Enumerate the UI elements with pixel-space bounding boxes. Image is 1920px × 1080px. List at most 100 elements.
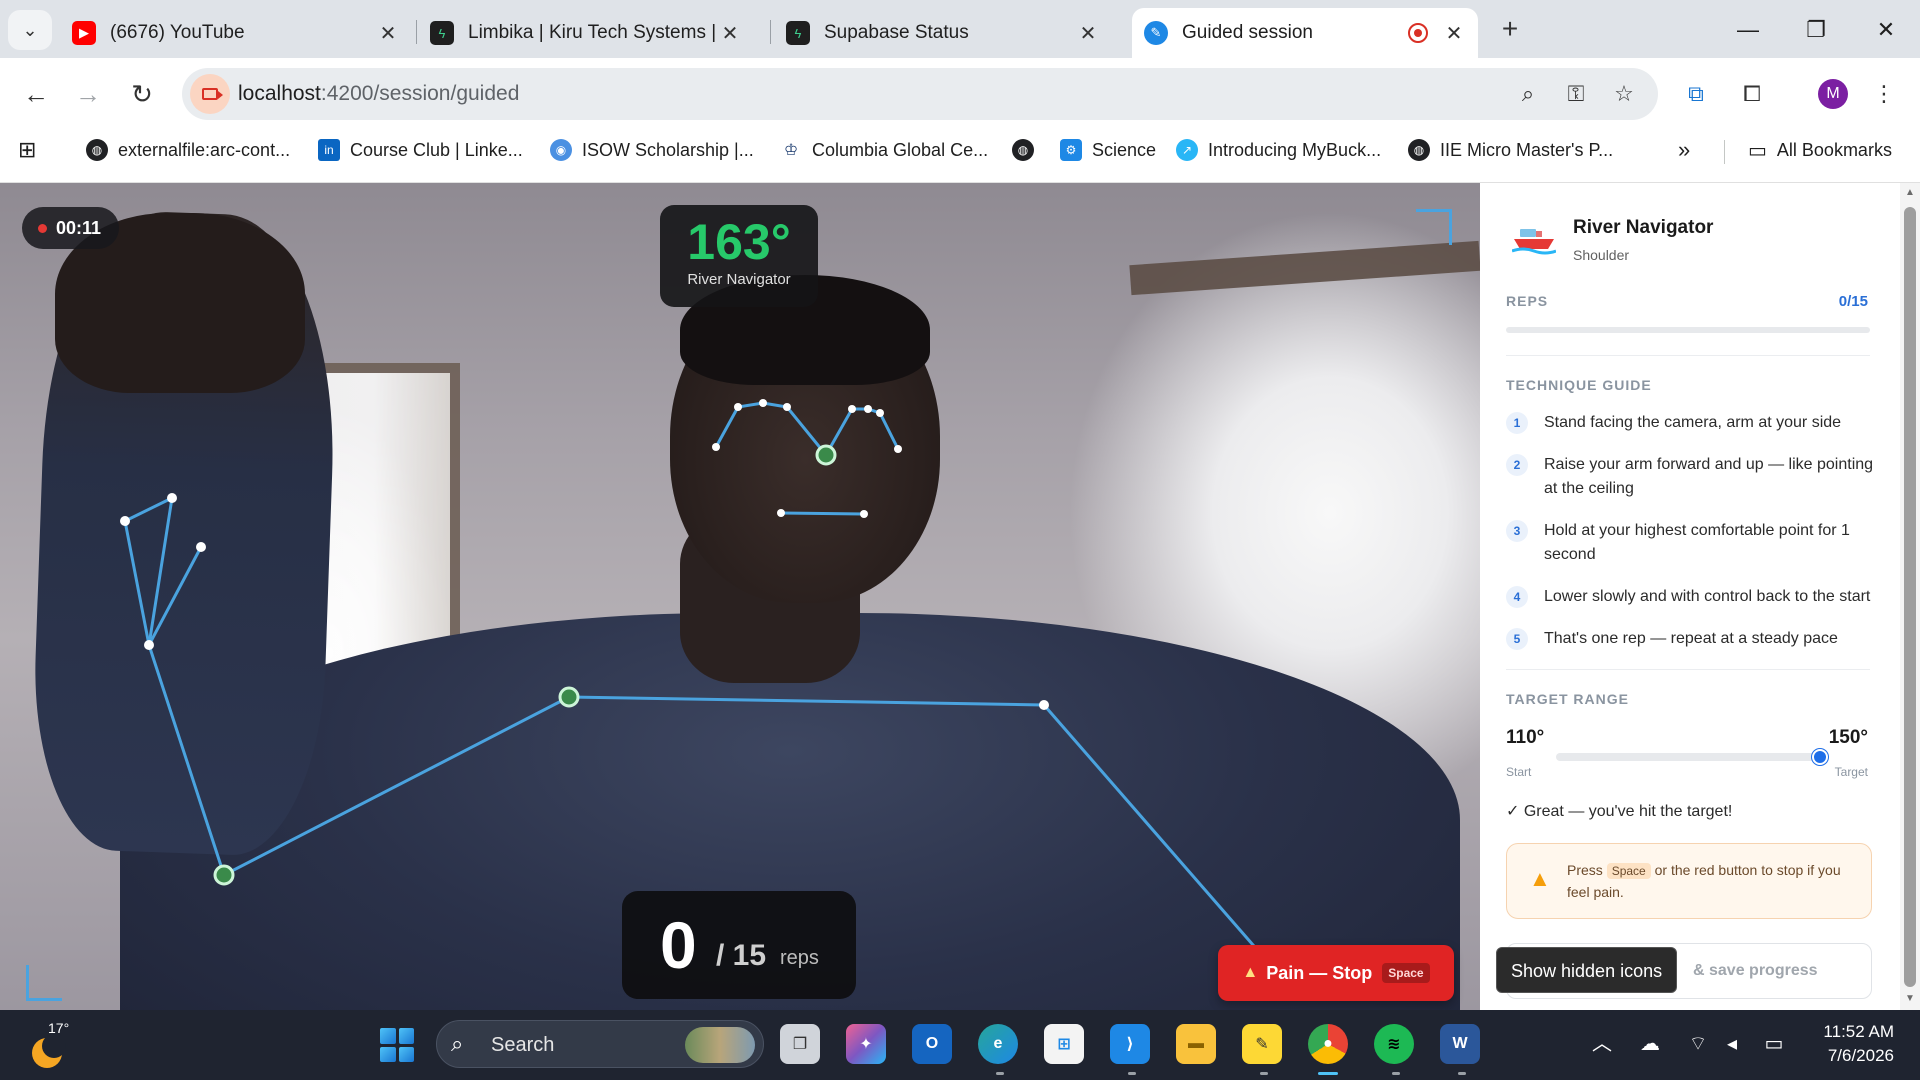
scrollbar-thumb[interactable] [1904,207,1916,987]
bookmark-item[interactable]: in Course Club | Linke... [318,130,523,170]
reload-button[interactable]: ↻ [124,76,160,112]
all-bookmarks[interactable]: ▭ All Bookmarks [1748,130,1892,170]
show-hidden-icons-chevron[interactable]: ︿ [1588,1030,1616,1058]
start-button[interactable] [380,1028,414,1062]
zoom-icon[interactable]: ⌕ [1514,80,1542,108]
scroll-down-icon[interactable]: ▼ [1903,993,1917,1004]
outlook-icon[interactable]: O [912,1024,952,1064]
finger-line [123,519,151,647]
store-icon[interactable]: ⊞ [1044,1024,1084,1064]
edge-icon[interactable]: e [978,1024,1018,1064]
landmark-point [1039,700,1049,710]
landmark-point [783,403,791,411]
system-clock[interactable]: 11:52 AM 7/6/2026 [1823,1020,1894,1068]
battery-icon[interactable]: ▭ [1760,1030,1788,1058]
close-icon[interactable]: ✕ [718,21,742,46]
angle-exercise-label: River Navigator [687,271,791,288]
bookmark-item[interactable]: ♔ Columbia Global Ce... [780,130,988,170]
bookmark-item[interactable]: ◉ ISOW Scholarship |... [550,130,754,170]
tab-divider [770,20,771,44]
cast-icon[interactable]: ⧉ [1678,76,1714,112]
landmark-point [876,409,884,417]
word-icon[interactable]: W [1440,1024,1480,1064]
landmark-point [864,405,872,413]
page-content: 00:11 163° River Navigator 0 / 15 reps ▲… [0,182,1920,1011]
panel-scrollbar[interactable]: ▲ ▼ [1900,183,1920,1011]
extensions-icon[interactable]: ⧠ [1734,76,1770,112]
scroll-up-icon[interactable]: ▲ [1903,187,1917,198]
spotify-icon[interactable]: ≋ [1374,1024,1414,1064]
new-tab-button[interactable]: + [1494,14,1526,46]
vscode-icon[interactable]: ⟩ [1110,1024,1150,1064]
bookmark-item[interactable]: ↗ Introducing MyBuck... [1176,130,1381,170]
close-window-button[interactable]: ✕ [1866,12,1906,48]
taskbar-search[interactable]: ⌕ Search [436,1020,764,1068]
search-placeholder: Search [491,1034,555,1056]
menu-icon[interactable]: ⋮ [1866,76,1902,112]
url-text[interactable]: localhost:4200/session/guided [238,82,519,106]
close-icon[interactable]: ✕ [1076,21,1100,46]
crown-icon: ♔ [780,139,802,161]
rep-count: 0 [660,908,697,982]
address-bar[interactable]: localhost:4200/session/guided ⌕ ⚿ ☆ [182,68,1658,120]
shoulder-line [567,695,1046,707]
exercise-subtitle: Shoulder [1573,247,1630,263]
boat-icon [1512,229,1556,255]
more-bookmarks-icon[interactable]: » [1678,130,1690,170]
temperature: 17° [48,1020,70,1036]
frame-corner-marker [26,965,62,1001]
tab-supabase-status[interactable]: ϟ Supabase Status ✕ [774,8,1112,58]
pain-stop-button[interactable]: ▲ Pain — Stop Space [1218,945,1454,1001]
technique-step: 5 That's one rep — repeat at a steady pac… [1506,627,1874,651]
task-view-icon[interactable]: ❐ [780,1024,820,1064]
bookmark-item[interactable]: ⚙ Science [1060,130,1156,170]
sticky-notes-icon[interactable]: ✎ [1242,1024,1282,1064]
landmark-point [860,510,868,518]
forward-button[interactable]: → [70,76,106,112]
show-hidden-icons-tooltip: Show hidden icons [1496,947,1678,993]
target-status-message: ✓ Great — you've hit the target! [1506,803,1733,820]
left-upper-arm-line [222,695,571,877]
tab-youtube[interactable]: ▶ (6676) YouTube ✕ [60,8,412,58]
pain-warning-box: ▲ Press Space or the red button to stop … [1506,843,1872,919]
copilot-icon[interactable]: ✦ [846,1024,886,1064]
restore-button[interactable]: ❐ [1796,12,1836,48]
chrome-icon[interactable]: ● [1308,1024,1348,1064]
password-key-icon[interactable]: ⚿ [1562,80,1590,108]
camera-in-use-icon[interactable] [190,74,230,114]
bookmark-item[interactable]: ◍ externalfile:arc-cont... [86,130,290,170]
close-icon[interactable]: ✕ [376,21,400,46]
bookmark-star-icon[interactable]: ☆ [1610,80,1638,108]
apps-grid-icon[interactable]: ⊞ [18,130,36,170]
rep-counter: 0 / 15 reps [622,891,856,999]
angle-readout: 163° River Navigator [660,205,818,307]
tab-search-button[interactable]: ⌄ [8,10,52,50]
forearm-line [147,643,226,877]
browser-toolbar: ← → ↻ localhost:4200/session/guided ⌕ ⚿ … [0,58,1920,130]
file-explorer-icon[interactable]: ▬ [1176,1024,1216,1064]
back-button[interactable]: ← [18,76,54,112]
pain-warning-text: Press Space or the red button to stop if… [1567,862,1841,900]
close-icon[interactable]: ✕ [1442,21,1466,46]
wifi-icon[interactable]: ⌔ [1684,1030,1712,1058]
exercise-title: River Navigator [1573,217,1714,238]
technique-step: 4 Lower slowly and with control back to t… [1506,585,1874,609]
minimize-button[interactable]: — [1728,12,1768,48]
profile-avatar[interactable]: M [1818,79,1848,109]
rep-unit: reps [780,947,819,969]
bookmark-item[interactable]: ◍ [1012,130,1044,170]
range-start-caption: Start [1506,765,1532,779]
camera-feed: 00:11 163° River Navigator 0 / 15 reps ▲… [0,183,1480,1011]
recording-icon [1408,23,1428,43]
onedrive-icon[interactable]: ☁ [1636,1030,1664,1058]
tracked-joint-nose [815,444,837,466]
range-current-marker [1812,749,1828,765]
frame-corner-marker [1416,209,1452,245]
technique-label: TECHNIQUE GUIDE [1506,377,1652,393]
volume-icon[interactable]: ◂ [1718,1030,1746,1058]
tab-limbika[interactable]: ϟ Limbika | Kiru Tech Systems | Su ✕ [418,8,754,58]
tab-guided-session[interactable]: ✎ Guided session ✕ [1132,8,1478,58]
technique-step: 1 Stand facing the camera, arm at your si… [1506,411,1874,435]
clock-date: 7/6/2026 [1827,1046,1894,1065]
bookmark-item[interactable]: ◍ IIE Micro Master's P... [1408,130,1613,170]
